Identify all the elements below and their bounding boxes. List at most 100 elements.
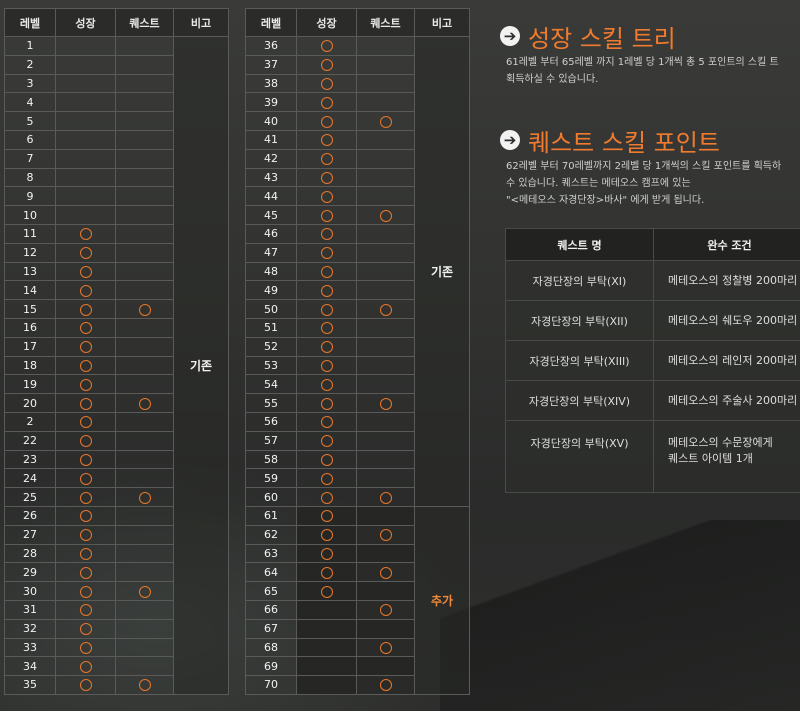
header-condition: 완수 조건 (653, 228, 800, 261)
level-cell: 50 (245, 299, 297, 319)
quest-cell (115, 54, 174, 75)
quest-cell (115, 430, 174, 451)
level-cell: 43 (245, 167, 297, 188)
level-cell: 22 (4, 430, 56, 451)
circle-mark-icon (79, 359, 92, 372)
quest-cell (115, 411, 174, 432)
section-title: 성장 스킬 트리 (528, 24, 676, 53)
quest-name-cell: 자경단장의 부탁(XV) (505, 420, 654, 493)
growth-cell (55, 280, 116, 301)
growth-cell (296, 36, 357, 56)
circle-mark-icon (320, 322, 333, 335)
level-cell: 53 (245, 355, 297, 376)
circle-mark-icon (379, 641, 392, 654)
quest-cell (115, 543, 174, 564)
level-cell: 12 (4, 242, 56, 263)
quest-cell (356, 299, 415, 319)
level-cell: 42 (245, 148, 297, 169)
level-cell: 13 (4, 261, 56, 282)
growth-cell (296, 599, 357, 620)
note-cell-existing: 기존 (414, 36, 470, 507)
quest-cell (115, 167, 174, 188)
table-row: 1 기존 (4, 36, 229, 695)
quest-cell (115, 261, 174, 282)
quest-cell (356, 336, 415, 357)
level-cell: 40 (245, 111, 297, 131)
quest-table: 퀘스트 명 완수 조건 자경단장의 부탁(XI) 메테오스의 정찰병 200마리 자… (505, 228, 800, 493)
circle-mark-icon (320, 547, 333, 560)
circle-mark-icon (320, 378, 333, 391)
growth-cell (296, 336, 357, 357)
header-note: 비고 (414, 8, 470, 37)
circle-mark-icon (79, 303, 92, 316)
circle-mark-icon (320, 416, 333, 429)
growth-cell (296, 656, 357, 677)
growth-cell (296, 223, 357, 244)
quest-cell (115, 599, 174, 620)
growth-cell (55, 167, 116, 188)
quest-cell (356, 581, 415, 601)
growth-cell (55, 449, 116, 470)
quest-cell (356, 487, 415, 507)
circle-mark-icon (320, 472, 333, 485)
quest-cell (115, 92, 174, 113)
growth-cell (55, 411, 116, 432)
growth-cell (296, 299, 357, 319)
quest-cell (115, 618, 174, 639)
circle-mark-icon (79, 679, 92, 692)
level-cell: 48 (245, 261, 297, 282)
desc-line: "<메테오스 자경단장>바사" 에게 받게 됩니다. (506, 195, 705, 206)
quest-cell (356, 524, 415, 545)
level-cell: 60 (245, 487, 297, 507)
level-cell: 59 (245, 468, 297, 489)
desc-line: 61레벨 부터 65레벨 까지 1레벨 당 1개씩 총 5 포인트의 스킬 트 (506, 57, 779, 68)
growth-cell (296, 374, 357, 395)
quest-cell (115, 336, 174, 357)
growth-cell (296, 261, 357, 282)
quest-cell (115, 129, 174, 150)
quest-cell (115, 562, 174, 583)
quest-cell (356, 129, 415, 150)
circle-mark-icon (138, 397, 151, 410)
quest-cell (356, 656, 415, 677)
growth-cell (55, 505, 116, 526)
level-table-left: 레벨 성장 퀘스트 비고 1 기존 2 3 4 5 6 7 8 9 10 11 12 13 14 15 16 17… (4, 8, 229, 695)
quest-cell (115, 299, 174, 319)
note-cell: 기존 (173, 36, 229, 695)
growth-cell (55, 148, 116, 169)
circle-mark-icon (320, 341, 333, 354)
growth-cell (296, 73, 357, 94)
circle-mark-icon (379, 529, 392, 542)
quest-cell (115, 242, 174, 263)
quest-cell (356, 543, 415, 564)
header-growth: 성장 (296, 8, 357, 37)
level-cell: 34 (4, 656, 56, 677)
growth-cell (55, 73, 116, 94)
quest-cell (356, 186, 415, 207)
desc-line: 획득하실 수 있습니다. (506, 74, 599, 85)
growth-cell (55, 129, 116, 150)
level-cell: 17 (4, 336, 56, 357)
level-cell: 46 (245, 223, 297, 244)
table-row: 자경단장의 부탁(XIV) 메테오스의 주술사 200마리 (505, 380, 800, 421)
circle-mark-icon (320, 153, 333, 166)
level-cell: 35 (4, 675, 56, 695)
level-cell: 41 (245, 129, 297, 150)
circle-mark-icon (320, 284, 333, 297)
level-cell: 69 (245, 656, 297, 677)
circle-mark-icon (320, 171, 333, 184)
level-cell: 36 (245, 36, 297, 56)
note-cell-added: 추가 (414, 505, 470, 695)
circle-mark-icon (320, 265, 333, 278)
growth-cell (55, 675, 116, 695)
level-cell: 57 (245, 430, 297, 451)
growth-cell (296, 167, 357, 188)
growth-cell (55, 355, 116, 376)
circle-mark-icon (79, 228, 92, 241)
level-cell: 29 (4, 562, 56, 583)
circle-mark-icon (79, 416, 92, 429)
growth-cell (296, 393, 357, 413)
quest-name-cell: 자경단장의 부탁(XIV) (505, 380, 654, 421)
level-cell: 47 (245, 242, 297, 263)
circle-mark-icon (379, 566, 392, 579)
